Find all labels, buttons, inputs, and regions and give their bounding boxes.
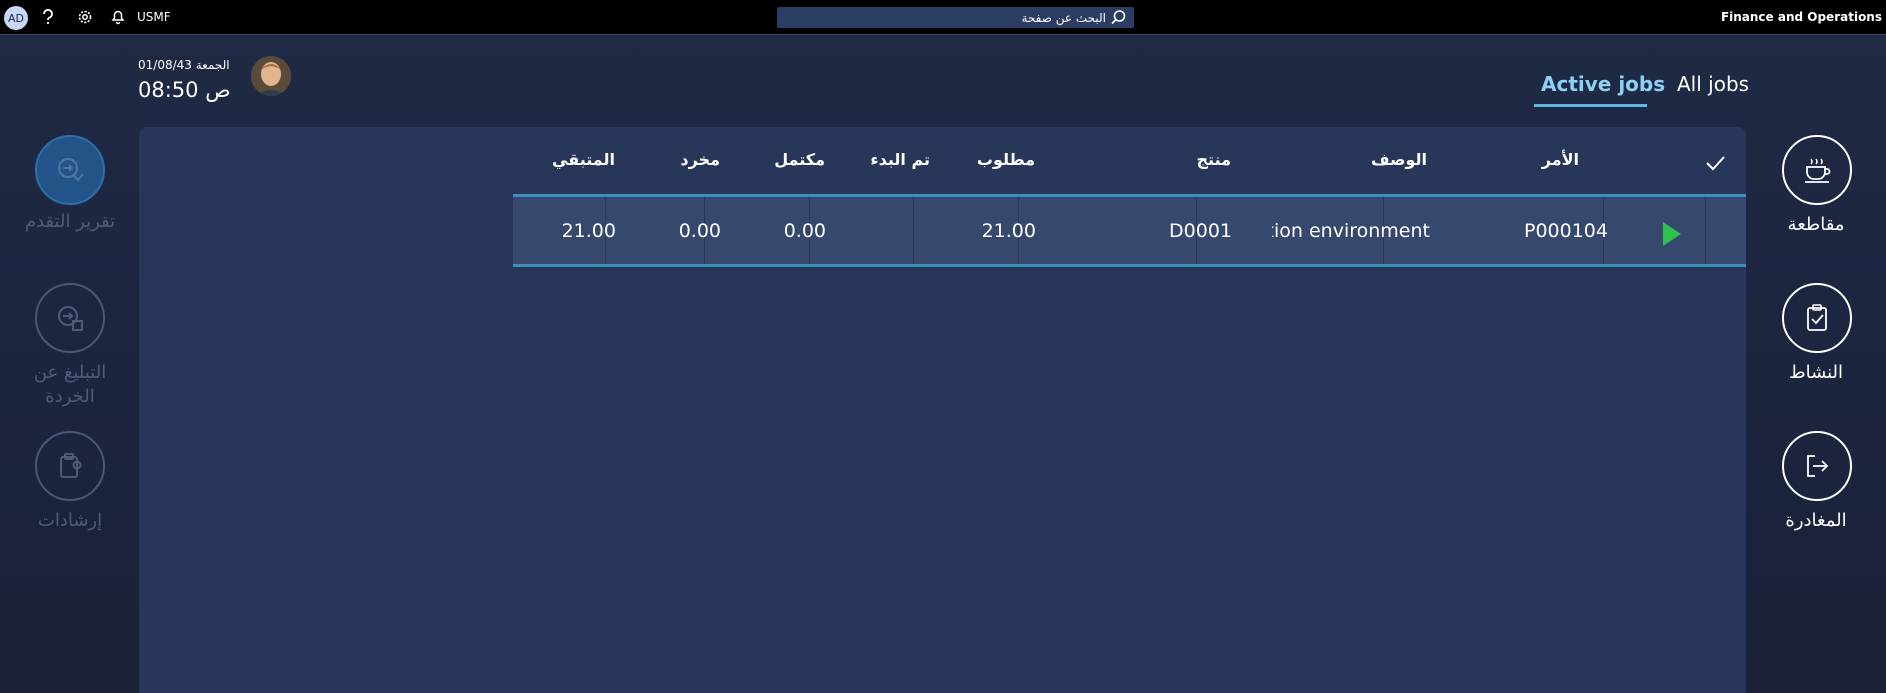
report-progress-button[interactable] xyxy=(35,135,105,205)
table-row[interactable]: P000104 tion environment... D0001 21.00 … xyxy=(513,197,1746,266)
user-avatar-button[interactable]: AD xyxy=(4,6,28,30)
cell-remaining: 21.00 xyxy=(561,220,616,242)
top-bar: AD USMF Finance and Operations xyxy=(0,0,1886,35)
report-progress-label: تقرير التقدم xyxy=(24,211,116,232)
help-icon[interactable] xyxy=(38,7,58,27)
cell-started xyxy=(841,197,931,266)
instructions-label: إرشادات xyxy=(37,510,103,531)
worker-avatar[interactable] xyxy=(251,56,291,96)
cell-required: 21.00 xyxy=(981,220,1036,242)
table-bottom-border xyxy=(513,264,1746,267)
search-input[interactable] xyxy=(806,7,1106,28)
instructions-button[interactable] xyxy=(35,431,105,501)
start-job-play-icon[interactable] xyxy=(1663,222,1681,246)
search-box[interactable] xyxy=(777,7,1134,28)
current-time: 08:50 ص xyxy=(138,78,231,102)
sign-out-icon xyxy=(1807,455,1829,477)
break-label: مقاطعة xyxy=(1787,214,1845,235)
report-scrap-label-line1: التبليغ عن xyxy=(33,362,107,383)
active-tab-indicator xyxy=(1534,104,1647,107)
header-product[interactable]: منتج xyxy=(1197,150,1232,169)
instructions-icon xyxy=(60,453,82,478)
report-scrap-button[interactable] xyxy=(35,283,105,353)
header-remaining[interactable]: المتبقي xyxy=(552,150,615,169)
app-title: Finance and Operations xyxy=(1720,10,1882,24)
cell-description: tion environment... xyxy=(1272,220,1430,242)
header-description[interactable]: الوصف xyxy=(1371,150,1427,169)
tab-active-jobs[interactable]: Active jobs xyxy=(1541,72,1665,96)
activity-button[interactable] xyxy=(1782,283,1852,353)
activity-label: النشاط xyxy=(1788,362,1844,383)
header-completed[interactable]: مكتمل xyxy=(774,150,825,169)
report-progress-icon xyxy=(58,158,84,182)
header-required[interactable]: مطلوب xyxy=(977,150,1035,169)
cell-completed: 0.00 xyxy=(783,220,826,242)
gear-icon[interactable] xyxy=(75,7,95,27)
search-icon[interactable] xyxy=(1110,9,1127,26)
header-started[interactable]: تم البدء xyxy=(870,150,930,169)
company-selector[interactable]: USMF xyxy=(137,10,171,24)
cell-scrapped: 0.00 xyxy=(678,220,721,242)
tab-all-jobs[interactable]: All jobs xyxy=(1677,72,1749,96)
report-scrap-icon xyxy=(58,306,83,331)
current-date: الجمعة 01/08/43 xyxy=(138,58,230,72)
header-order[interactable]: الأمر xyxy=(1542,150,1579,169)
report-scrap-label-line2: الخردة xyxy=(45,386,95,407)
clipboard-check-icon xyxy=(1807,304,1827,331)
sign-out-label: المغادرة xyxy=(1785,510,1847,531)
coffee-cup-icon xyxy=(1805,158,1831,183)
header-scrapped[interactable]: مخرد xyxy=(680,150,720,169)
bell-icon[interactable] xyxy=(108,7,128,27)
sign-out-button[interactable] xyxy=(1782,431,1852,501)
cell-product: D0001 xyxy=(1169,220,1232,242)
break-button[interactable] xyxy=(1782,135,1852,205)
cell-order: P000104 xyxy=(1524,220,1608,242)
select-all-checkmark-icon[interactable] xyxy=(1704,152,1726,174)
